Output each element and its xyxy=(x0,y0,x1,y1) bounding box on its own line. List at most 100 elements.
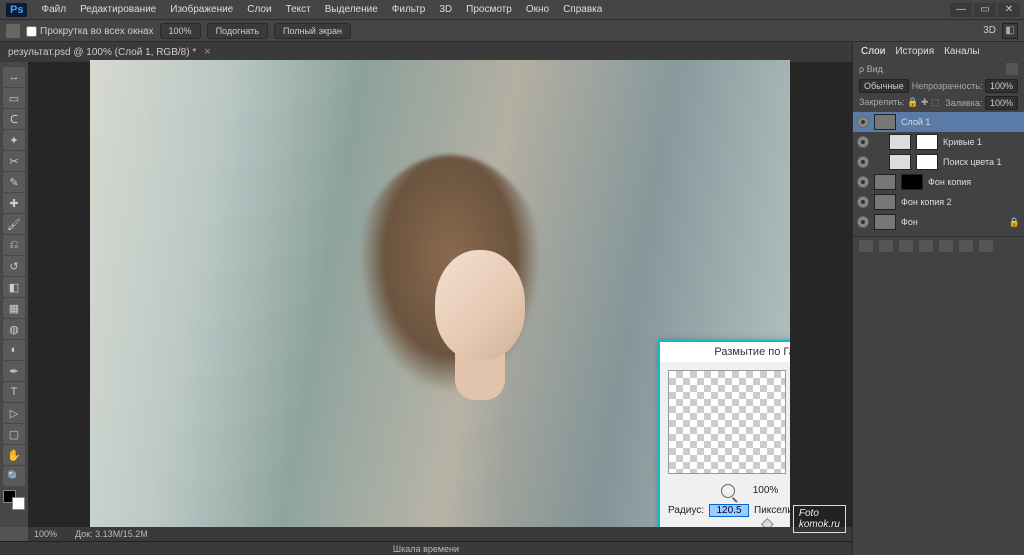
text-tool[interactable]: T xyxy=(3,382,25,402)
gradient-tool[interactable]: ▦ xyxy=(3,298,25,318)
layer-name[interactable]: Кривые 1 xyxy=(943,137,1020,147)
visibility-icon[interactable] xyxy=(857,116,869,128)
timeline-panel[interactable]: Шкала времени xyxy=(0,541,852,555)
adjustment-layer-icon[interactable] xyxy=(919,240,933,252)
eraser-tool[interactable]: ◧ xyxy=(3,277,25,297)
history-brush-tool[interactable]: ↺ xyxy=(3,256,25,276)
layer-thumb[interactable] xyxy=(874,214,896,230)
menu-text[interactable]: Текст xyxy=(286,4,311,15)
layer-name[interactable]: Фон копия 2 xyxy=(901,197,1020,207)
tab-channels[interactable]: Каналы xyxy=(944,46,980,57)
status-zoom[interactable]: 100% xyxy=(34,529,57,539)
opacity-label: Непрозрачность: xyxy=(912,81,983,91)
marquee-tool[interactable]: ▭ xyxy=(3,88,25,108)
menu-edit[interactable]: Редактирование xyxy=(80,4,156,15)
maximize-button[interactable]: ▭ xyxy=(974,3,996,17)
layer-row[interactable]: Фон копия xyxy=(853,172,1024,192)
tab-close-icon[interactable]: × xyxy=(204,46,210,58)
menu-3d[interactable]: 3D xyxy=(439,4,452,15)
layer-row[interactable]: Кривые 1 xyxy=(853,132,1024,152)
wand-tool[interactable]: ✦ xyxy=(3,130,25,150)
collapse-options-icon[interactable]: ◧ xyxy=(1002,23,1018,39)
hand-tool[interactable]: ✋ xyxy=(3,445,25,465)
link-layers-icon[interactable] xyxy=(859,240,873,252)
layer-row[interactable]: Поиск цвета 1 xyxy=(853,152,1024,172)
blur-tool[interactable]: ◍ xyxy=(3,319,25,339)
layer-thumb[interactable] xyxy=(874,194,896,210)
layer-thumb[interactable] xyxy=(874,114,896,130)
status-docsize[interactable]: Док: 3.13M/15.2M xyxy=(75,529,148,539)
visibility-icon[interactable] xyxy=(857,196,869,208)
layer-name[interactable]: Фон копия xyxy=(928,177,1020,187)
crop-tool[interactable]: ✂ xyxy=(3,151,25,171)
mask-icon[interactable] xyxy=(899,240,913,252)
layer-row[interactable]: Слой 1 xyxy=(853,112,1024,132)
close-button[interactable]: ✕ xyxy=(998,3,1020,17)
layer-name[interactable]: Слой 1 xyxy=(901,117,1020,127)
visibility-icon[interactable] xyxy=(857,216,869,228)
lasso-tool[interactable]: ᑕ xyxy=(3,109,25,129)
layer-row[interactable]: Фон 🔒 xyxy=(853,212,1024,232)
fx-icon[interactable] xyxy=(879,240,893,252)
layer-panel-footer xyxy=(853,236,1024,255)
scroll-all-checkbox[interactable]: Прокрутка во всех окнах xyxy=(26,26,154,37)
window-controls: — ▭ ✕ xyxy=(950,3,1020,17)
brush-tool[interactable]: 🖌 xyxy=(3,214,25,234)
opacity-value[interactable]: 100% xyxy=(985,79,1018,93)
document-canvas[interactable]: Размытие по Гауссу × OK Сбросить Просмот… xyxy=(90,60,790,530)
menu-file[interactable]: Файл xyxy=(41,4,66,15)
menu-select[interactable]: Выделение xyxy=(325,4,378,15)
menu-view[interactable]: Просмотр xyxy=(466,4,512,15)
app-logo: Ps xyxy=(6,3,27,17)
adjustment-icon[interactable] xyxy=(889,154,911,170)
delete-layer-icon[interactable] xyxy=(979,240,993,252)
new-layer-icon[interactable] xyxy=(959,240,973,252)
filter-icon[interactable] xyxy=(1006,63,1018,75)
heal-tool[interactable]: ✚ xyxy=(3,193,25,213)
zoom-tool[interactable]: 🔍 xyxy=(3,466,25,486)
layer-thumb[interactable] xyxy=(874,174,896,190)
hand-tool-icon[interactable] xyxy=(6,24,20,38)
dialog-zoom-value: 100% xyxy=(753,485,779,496)
layer-name[interactable]: Фон xyxy=(901,217,1004,227)
color-swatch[interactable] xyxy=(3,490,25,510)
fill-value[interactable]: 100% xyxy=(985,96,1018,110)
dialog-preview[interactable] xyxy=(668,370,786,474)
adjustment-icon[interactable] xyxy=(889,134,911,150)
menu-filter[interactable]: Фильтр xyxy=(392,4,426,15)
radius-unit: Пиксели xyxy=(754,505,790,516)
stamp-tool[interactable]: ⎌ xyxy=(3,235,25,255)
layer-name[interactable]: Поиск цвета 1 xyxy=(943,157,1020,167)
fullscreen-button[interactable]: Полный экран xyxy=(274,23,351,39)
radius-input[interactable] xyxy=(709,504,749,517)
visibility-icon[interactable] xyxy=(857,136,869,148)
pen-tool[interactable]: ✒ xyxy=(3,361,25,381)
lock-label: Закрепить: xyxy=(859,97,905,107)
tab-layers[interactable]: Слои xyxy=(861,46,885,57)
workspace: результат.psd @ 100% (Слой 1, RGB/8) * ×… xyxy=(0,42,852,541)
shape-tool[interactable]: ▢ xyxy=(3,424,25,444)
path-tool[interactable]: ▷ xyxy=(3,403,25,423)
eyedropper-tool[interactable]: ✎ xyxy=(3,172,25,192)
group-icon[interactable] xyxy=(939,240,953,252)
blend-mode-select[interactable]: Обычные xyxy=(859,79,909,93)
layer-mask-thumb[interactable] xyxy=(916,134,938,150)
menu-window[interactable]: Окно xyxy=(526,4,549,15)
layer-mask-thumb[interactable] xyxy=(901,174,923,190)
minimize-button[interactable]: — xyxy=(950,3,972,17)
menu-layers[interactable]: Слои xyxy=(247,4,271,15)
move-tool[interactable]: ↔ xyxy=(3,67,25,87)
visibility-icon[interactable] xyxy=(857,156,869,168)
zoom-out-icon[interactable] xyxy=(721,484,735,498)
layer-row[interactable]: Фон копия 2 xyxy=(853,192,1024,212)
layer-mask-thumb[interactable] xyxy=(916,154,938,170)
dodge-tool[interactable]: ◐ xyxy=(3,340,25,360)
menu-image[interactable]: Изображение xyxy=(170,4,233,15)
dialog-titlebar[interactable]: Размытие по Гауссу × xyxy=(660,342,790,362)
menu-help[interactable]: Справка xyxy=(563,4,602,15)
visibility-icon[interactable] xyxy=(857,176,869,188)
kind-label: ρ Вид xyxy=(859,64,883,74)
tab-history[interactable]: История xyxy=(895,46,934,57)
fit-button[interactable]: Подогнать xyxy=(207,23,268,39)
zoom-level-button[interactable]: 100% xyxy=(160,23,201,39)
